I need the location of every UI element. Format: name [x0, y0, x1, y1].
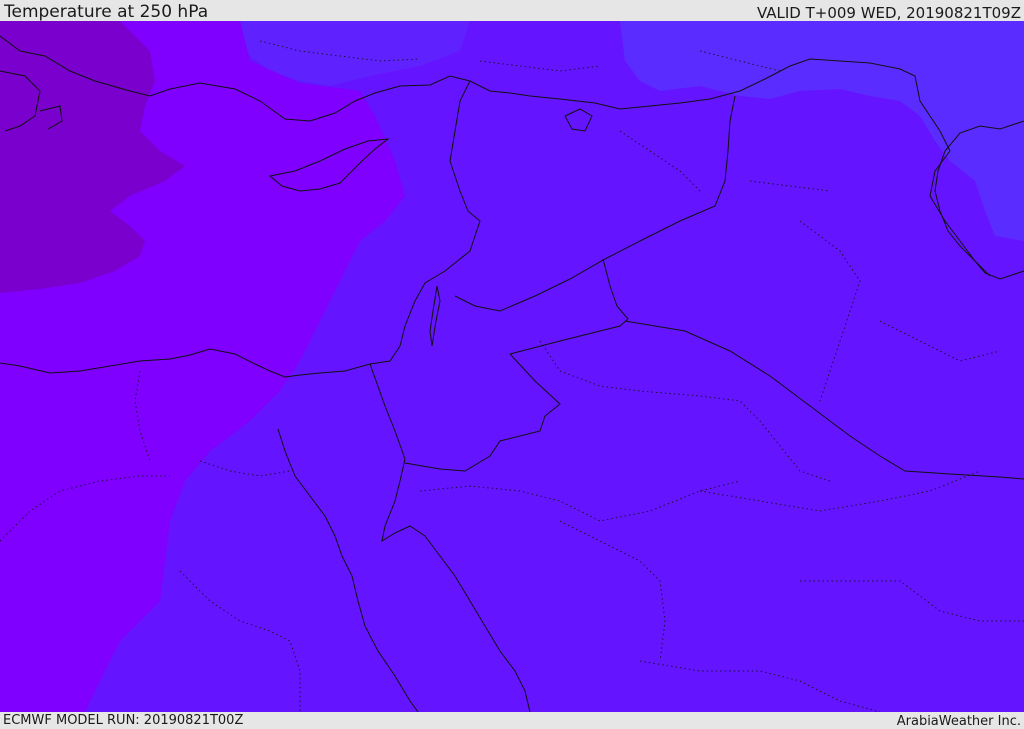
model-run-label: ECMWF MODEL RUN: 20190821T00Z: [3, 713, 244, 728]
footer-bar: ECMWF MODEL RUN: 20190821T00Z ArabiaWeat…: [0, 712, 1024, 729]
valid-time: VALID T+009 WED, 20190821T09Z: [756, 4, 1021, 22]
credit-label: ArabiaWeather Inc.: [896, 714, 1021, 729]
map-title: Temperature at 250 hPa: [4, 2, 209, 22]
header-bar: Temperature at 250 hPa VALID T+009 WED, …: [0, 0, 1024, 21]
temperature-map: [0, 21, 1024, 712]
